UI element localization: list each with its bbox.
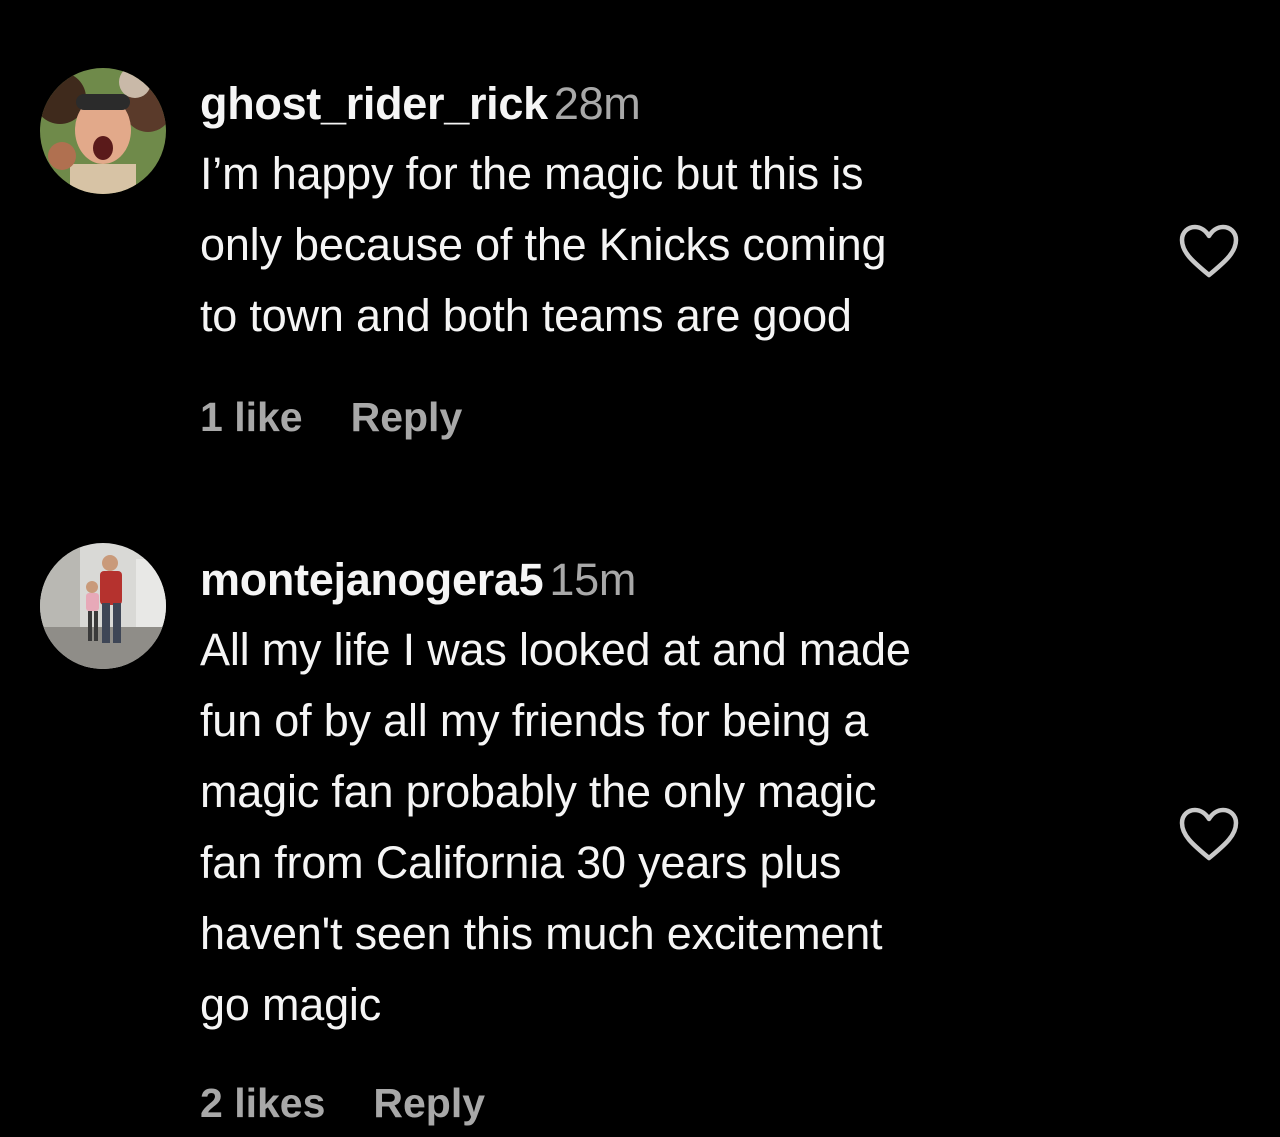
avatar-photo-icon [40, 543, 166, 669]
avatar[interactable] [40, 543, 166, 669]
like-button[interactable] [1178, 223, 1240, 279]
comment-text: I’m happy for the magic but this is only… [200, 148, 887, 341]
comment-text: All my life I was looked at and made fun… [200, 624, 911, 1030]
comment-actions: 1 like Reply [200, 394, 462, 441]
like-button[interactable] [1178, 806, 1240, 862]
avatar[interactable] [40, 68, 166, 194]
reply-button[interactable]: Reply [351, 394, 463, 441]
comment-actions: 2 likes Reply [200, 1080, 485, 1127]
username-link[interactable]: montejanogera5 [200, 554, 544, 605]
timestamp: 15m [549, 554, 637, 605]
like-count[interactable]: 1 like [200, 394, 303, 441]
reply-button[interactable]: Reply [373, 1080, 485, 1127]
avatar-photo-icon [40, 68, 166, 194]
comment-header: montejanogera5 15m [200, 552, 1140, 608]
timestamp: 28m [553, 78, 641, 129]
username-link[interactable]: ghost_rider_rick [200, 78, 548, 129]
heart-outline-icon [1179, 224, 1239, 278]
like-count[interactable]: 2 likes [200, 1080, 325, 1127]
heart-outline-icon [1179, 807, 1239, 861]
comment-header: ghost_rider_rick 28m [200, 76, 1140, 132]
